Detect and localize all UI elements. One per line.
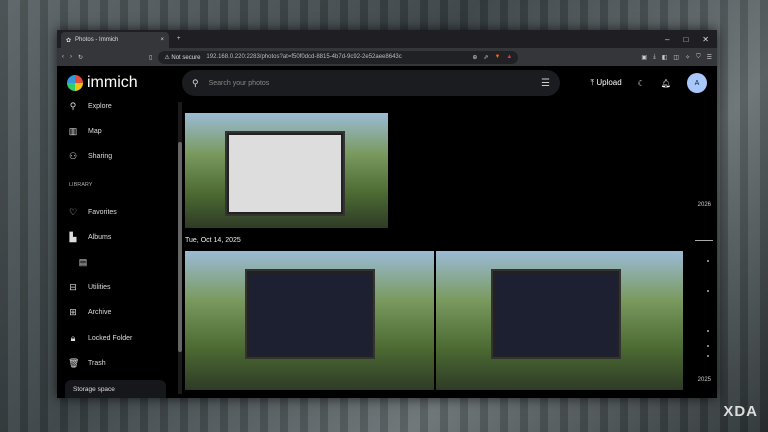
sidebar-item-archive[interactable]: ⊞ Archive: [57, 300, 177, 325]
sidebar-item-label: Trash: [88, 359, 106, 367]
sidebar-item-label: Map: [88, 128, 102, 136]
album-thumbnail[interactable]: ▤: [57, 250, 177, 275]
sidebar-item-locked-folder[interactable]: 🔒︎ Locked Folder: [57, 326, 177, 351]
sidebar-item-label: Sharing: [88, 153, 113, 161]
search-input[interactable]: ⚲ Search your photos ☰: [182, 70, 560, 96]
map-icon: ▥: [68, 126, 78, 137]
storage-label: Storage space: [73, 386, 115, 393]
brave-shield-icon[interactable]: ▼: [494, 54, 500, 60]
toolbox-icon: ⊟: [69, 282, 77, 293]
archive-icon: ⊞: [69, 307, 77, 318]
wallet-icon[interactable]: ◫: [673, 54, 679, 61]
sidebar-item-label: Albums: [88, 233, 112, 241]
sidebar-item-label: Locked Folder: [88, 334, 133, 342]
timeline-dot: [707, 330, 709, 332]
sidebar-item-albums[interactable]: ▙ Albums: [57, 225, 177, 250]
url-field[interactable]: ⚠ Not secure 192.168.0.220:2283/photos?a…: [158, 50, 519, 64]
sidebar-item-map[interactable]: ▥ Map: [57, 119, 177, 144]
upload-button[interactable]: ⤒ Upload: [591, 78, 622, 88]
timeline-dot: [707, 260, 709, 262]
download-icon[interactable]: ⤓: [653, 54, 656, 61]
not-secure-label: ⚠ Not secure: [164, 54, 201, 61]
sidebar-item-utilities[interactable]: ⊟ Utilities: [57, 275, 177, 300]
timeline-scrubber[interactable]: 2026 2025: [691, 100, 717, 398]
immich-logo[interactable]: immich: [67, 74, 182, 92]
url-text: 192.168.0.220:2283/photos?at=f50f0dcd-88…: [206, 54, 402, 60]
maximize-icon[interactable]: □: [683, 35, 688, 44]
timeline-dot: [707, 355, 709, 357]
sidebar-item-sharing[interactable]: ⚇ Sharing: [57, 144, 177, 169]
timeline-year: 2025: [697, 377, 711, 383]
rewards-icon[interactable]: ▲: [506, 54, 512, 60]
share-icon[interactable]: ⇗: [483, 54, 488, 61]
sidebar-item-explore[interactable]: ⚲ Explore: [57, 94, 177, 119]
filter-icon[interactable]: ☰: [541, 78, 550, 89]
sidebar-item-label: Utilities: [88, 284, 111, 292]
browser-tab[interactable]: ✿ Photos - Immich ×: [61, 32, 169, 48]
sidebar-item-trash[interactable]: 🗑︎ Trash: [57, 351, 177, 376]
reload-icon[interactable]: ↻: [78, 54, 83, 61]
vpn-icon[interactable]: ⛉: [696, 54, 701, 61]
album-thumbnail-icon: ▤: [78, 257, 88, 268]
timeline-year: 2026: [697, 202, 711, 208]
sidebar-item-favorites[interactable]: ♡ Favorites: [57, 200, 177, 225]
lock-icon: 🔒︎: [70, 332, 76, 343]
minimize-icon[interactable]: –: [665, 35, 669, 44]
timeline-marker: [695, 240, 713, 241]
immich-favicon-icon: ✿: [66, 37, 72, 44]
bookmark-icon[interactable]: ▯: [149, 54, 152, 61]
back-icon[interactable]: ‹: [62, 54, 64, 60]
album-icon: ▙: [69, 231, 77, 242]
sidebar: ⚲ Explore ▥ Map ⚇ Sharing LIBRARY ♡ Favorite…: [57, 100, 177, 398]
laptop-image: [491, 269, 621, 359]
search-icon: ⚲: [192, 77, 199, 88]
tab-bar: ✿ Photos - Immich × + – □ ✕: [57, 30, 717, 48]
browser-window: ✿ Photos - Immich × + – □ ✕ ‹ › ↻ ▯ ⚠ No…: [57, 30, 717, 398]
theme-toggle-icon[interactable]: ☾: [638, 79, 645, 88]
laptop-image: [245, 269, 375, 359]
avatar[interactable]: A: [687, 73, 707, 93]
sidebar-toggle-icon[interactable]: ◧: [662, 54, 668, 61]
sidebar-item-label: Explore: [88, 103, 112, 111]
laptop-image: [225, 131, 345, 216]
sidebar-item-label: Favorites: [88, 208, 117, 216]
library-heading: LIBRARY: [69, 181, 93, 188]
heart-icon: ♡: [68, 206, 78, 217]
photo-thumbnail[interactable]: [185, 113, 388, 228]
notifications-icon[interactable]: 🔔︎: [661, 79, 671, 88]
zoom-icon[interactable]: ⊕: [472, 54, 477, 61]
sidebar-scrollbar[interactable]: [178, 102, 182, 394]
trash-icon: 🗑︎: [68, 357, 80, 368]
new-tab-button[interactable]: +: [177, 36, 181, 42]
photo-thumbnail[interactable]: [436, 251, 683, 390]
forward-icon[interactable]: ›: [70, 54, 72, 60]
address-bar-row: ‹ › ↻ ▯ ⚠ Not secure 192.168.0.220:2283/…: [57, 48, 717, 66]
timeline-dot: [707, 345, 709, 347]
menu-icon[interactable]: ☰: [707, 54, 712, 61]
xda-watermark: XDA: [723, 403, 758, 420]
sidebar-item-label: Archive: [88, 309, 112, 317]
close-tab-icon[interactable]: ×: [160, 37, 164, 43]
timeline-dot: [707, 290, 709, 292]
extensions-icon[interactable]: ▣: [641, 54, 647, 61]
search-icon: ⚲: [69, 101, 77, 112]
immich-logo-icon: [67, 75, 83, 91]
search-placeholder: Search your photos: [208, 79, 270, 87]
app-name: immich: [87, 74, 138, 91]
storage-space-panel[interactable]: Storage space: [65, 380, 166, 398]
leo-icon[interactable]: ✧: [685, 54, 690, 61]
people-icon: ⚇: [68, 151, 78, 162]
date-group-heading: Tue, Oct 14, 2025: [185, 237, 241, 244]
photo-thumbnail[interactable]: [185, 251, 434, 390]
tab-title: Photos - Immich: [75, 37, 119, 43]
close-window-icon[interactable]: ✕: [702, 35, 709, 44]
